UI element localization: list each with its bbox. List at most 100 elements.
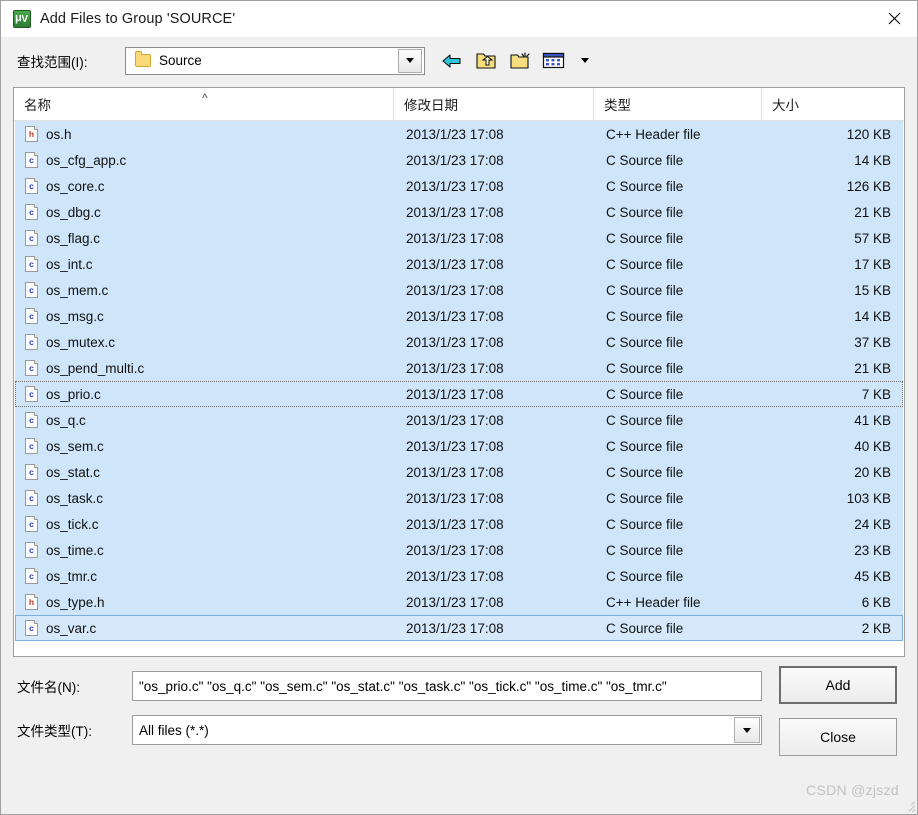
table-row[interactable]: c os_tick.c 2013/1/23 17:08 C Source file 24… (15, 511, 903, 537)
table-row[interactable]: h os.h 2013/1/23 17:08 C++ Header file 120 K… (15, 121, 903, 147)
cell-type: C Source file (606, 386, 684, 402)
c-source-file-icon: c (25, 542, 38, 558)
table-row[interactable]: c os_var.c 2013/1/23 17:08 C Source file 2 K… (15, 615, 903, 641)
table-row[interactable]: c os_dbg.c 2013/1/23 17:08 C Source file 21 … (15, 199, 903, 225)
cell-name: c os_prio.c (16, 386, 396, 402)
cell-type: C++ Header file (606, 594, 701, 610)
close-icon[interactable] (871, 1, 917, 35)
cell-type: C Source file (606, 230, 684, 246)
views-icon[interactable] (541, 48, 567, 74)
cell-date: 2013/1/23 17:08 (406, 464, 504, 480)
navigation-toolbar (439, 48, 598, 74)
column-header-name[interactable]: 名称 ^ (14, 88, 394, 120)
column-header-date-label: 修改日期 (404, 98, 458, 113)
cell-size: 126 KB (846, 178, 891, 194)
cell-date: 2013/1/23 17:08 (406, 568, 504, 584)
cell-date: 2013/1/23 17:08 (406, 308, 504, 324)
cell-name: c os_mem.c (16, 282, 396, 298)
cell-date: 2013/1/23 17:08 (406, 256, 504, 272)
cell-name: c os_var.c (16, 620, 396, 636)
c-source-file-icon: c (25, 308, 38, 324)
c-source-file-icon: c (25, 282, 38, 298)
table-row[interactable]: c os_core.c 2013/1/23 17:08 C Source file 12… (15, 173, 903, 199)
cell-size: 37 KB (854, 334, 891, 350)
folder-icon (135, 51, 151, 67)
cell-size: 15 KB (854, 282, 891, 298)
filetype-chevron-down-icon[interactable] (734, 717, 760, 743)
file-list-header: 名称 ^ 修改日期 类型 大小 (14, 88, 904, 121)
views-chevron-down-icon[interactable] (572, 48, 598, 74)
table-row[interactable]: c os_q.c 2013/1/23 17:08 C Source file 41 KB (15, 407, 903, 433)
cell-size: 103 KB (846, 490, 891, 506)
file-name: os_cfg_app.c (46, 152, 127, 168)
add-button[interactable]: Add (779, 666, 897, 704)
cell-type: C Source file (606, 516, 684, 532)
column-header-date[interactable]: 修改日期 (394, 88, 594, 120)
cell-name: c os_mutex.c (16, 334, 396, 350)
up-one-level-icon[interactable] (473, 48, 499, 74)
cell-date: 2013/1/23 17:08 (406, 412, 504, 428)
cell-size: 20 KB (854, 464, 891, 480)
look-in-combo[interactable]: Source (125, 46, 425, 75)
chevron-down-icon[interactable] (398, 48, 422, 73)
cell-type: C Source file (606, 490, 684, 506)
new-folder-icon[interactable] (507, 48, 533, 74)
column-header-size[interactable]: 大小 (762, 88, 904, 120)
back-arrow-icon[interactable] (439, 48, 465, 74)
cell-size: 14 KB (854, 308, 891, 324)
cell-type: C Source file (606, 334, 684, 350)
table-row[interactable]: c os_stat.c 2013/1/23 17:08 C Source file 20… (15, 459, 903, 485)
uvision-icon (13, 9, 31, 29)
file-list[interactable]: 名称 ^ 修改日期 类型 大小 h os.h 2013/1/23 17:08 C++ … (13, 87, 905, 657)
table-row[interactable]: c os_prio.c 2013/1/23 17:08 C Source file 7 … (15, 381, 903, 407)
table-row[interactable]: c os_flag.c 2013/1/23 17:08 C Source file 57… (15, 225, 903, 251)
column-header-size-label: 大小 (772, 98, 799, 113)
cell-date: 2013/1/23 17:08 (406, 620, 504, 636)
cell-type: C Source file (606, 152, 684, 168)
column-header-type[interactable]: 类型 (594, 88, 762, 120)
table-row[interactable]: c os_mutex.c 2013/1/23 17:08 C Source file 3… (15, 329, 903, 355)
cell-name: c os_time.c (16, 542, 396, 558)
c-source-file-icon: c (25, 178, 38, 194)
cell-type: C Source file (606, 360, 684, 376)
table-row[interactable]: c os_sem.c 2013/1/23 17:08 C Source file 40 … (15, 433, 903, 459)
cell-type: C Source file (606, 178, 684, 194)
table-row[interactable]: c os_int.c 2013/1/23 17:08 C Source file 17 … (15, 251, 903, 277)
table-row[interactable]: h os_type.h 2013/1/23 17:08 C++ Header file… (15, 589, 903, 615)
cell-size: 14 KB (854, 152, 891, 168)
filename-input[interactable]: "os_prio.c" "os_q.c" "os_sem.c" "os_stat… (132, 671, 762, 701)
cell-size: 23 KB (854, 542, 891, 558)
cell-type: C++ Header file (606, 126, 701, 142)
table-row[interactable]: c os_cfg_app.c 2013/1/23 17:08 C Source fil… (15, 147, 903, 173)
c-source-file-icon: c (25, 568, 38, 584)
table-row[interactable]: c os_pend_multi.c 2013/1/23 17:08 C Source … (15, 355, 903, 381)
close-button[interactable]: Close (779, 718, 897, 756)
table-row[interactable]: c os_tmr.c 2013/1/23 17:08 C Source file 45 … (15, 563, 903, 589)
cell-name: c os_tick.c (16, 516, 396, 532)
c-source-file-icon: c (25, 204, 38, 220)
cell-size: 24 KB (854, 516, 891, 532)
cell-size: 45 KB (854, 568, 891, 584)
file-name: os_tick.c (46, 516, 99, 532)
column-header-name-label: 名称 (24, 98, 51, 113)
c-source-file-icon: c (25, 412, 38, 428)
cell-name: c os_tmr.c (16, 568, 396, 584)
cell-size: 2 KB (861, 620, 891, 636)
file-name: os_mem.c (46, 282, 109, 298)
c-source-file-icon: c (25, 334, 38, 350)
table-row[interactable]: c os_msg.c 2013/1/23 17:08 C Source file 14 … (15, 303, 903, 329)
header-file-icon: h (25, 126, 38, 142)
table-row[interactable]: c os_task.c 2013/1/23 17:08 C Source file 10… (15, 485, 903, 511)
cell-date: 2013/1/23 17:08 (406, 594, 504, 610)
c-source-file-icon: c (25, 256, 38, 272)
resize-grip-icon[interactable] (901, 798, 915, 812)
title-bar: Add Files to Group 'SOURCE' (1, 1, 917, 37)
cell-date: 2013/1/23 17:08 (406, 542, 504, 558)
window-title: Add Files to Group 'SOURCE' (40, 11, 236, 27)
cell-date: 2013/1/23 17:08 (406, 204, 504, 220)
filetype-select[interactable]: All files (*.*) (132, 715, 762, 745)
c-source-file-icon: c (25, 152, 38, 168)
header-file-icon: h (25, 594, 38, 610)
table-row[interactable]: c os_mem.c 2013/1/23 17:08 C Source file 15 … (15, 277, 903, 303)
table-row[interactable]: c os_time.c 2013/1/23 17:08 C Source file 23… (15, 537, 903, 563)
